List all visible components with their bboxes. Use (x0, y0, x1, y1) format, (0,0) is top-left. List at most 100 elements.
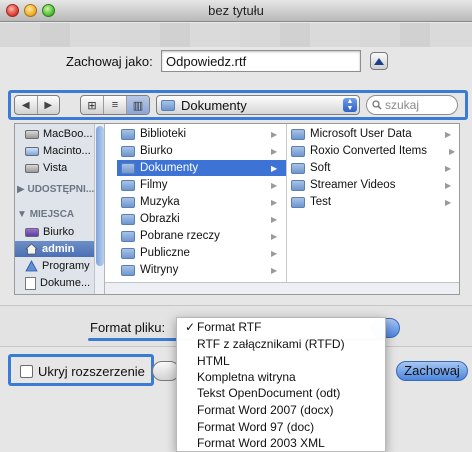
hide-extension-label: Ukryj rozszerzenie (38, 363, 145, 379)
sidebar-item-label: admin (42, 243, 75, 255)
sidebar-header-places[interactable]: ▼ MIEJSCA (17, 209, 74, 220)
forward-arrow-icon: ▶ (44, 99, 53, 111)
view-mode-control: ⊞ ≡ ▥ (80, 95, 150, 115)
list-view-icon: ≡ (111, 99, 119, 111)
expand-dialog-button[interactable] (370, 52, 388, 70)
search-icon (372, 100, 382, 110)
chevron-right-icon: ▶ (445, 163, 452, 173)
chevron-right-icon: ▶ (445, 180, 452, 190)
list-item[interactable]: Muzyka ▶ (121, 194, 286, 210)
list-item[interactable]: Pobrane rzeczy ▶ (121, 228, 286, 244)
list-item[interactable]: Streamer Videos ▶ (291, 177, 457, 193)
desktop-icon (25, 227, 39, 237)
chevron-right-icon: ▶ (271, 180, 278, 190)
sidebar-item-macintosh[interactable]: Macinto... (25, 143, 91, 159)
chevron-right-icon: ▶ (271, 231, 278, 241)
sidebar-item-label: Biurko (43, 226, 75, 238)
folder-icon (121, 196, 135, 208)
menu-item-odt[interactable]: Tekst OpenDocument (odt) (197, 386, 340, 400)
popup-arrows-icon: ▲ ▼ (343, 98, 357, 112)
file-browser: MacBoo... Macinto... Vista ▶ UDOSTĘPNI..… (14, 123, 460, 295)
applications-icon (25, 260, 38, 272)
menu-item-webarchive[interactable]: Kompletna witryna (197, 370, 296, 384)
menu-item-html[interactable]: HTML (197, 354, 230, 368)
format-label: Format pliku: (90, 320, 166, 335)
home-icon (25, 243, 38, 255)
folder-icon (121, 162, 135, 174)
menu-item-rtfd[interactable]: RTF z załącznikami (RTFD) (197, 337, 345, 351)
list-item-selected[interactable]: Dokumenty ▶ (117, 160, 286, 176)
list-item[interactable]: Soft ▶ (291, 160, 457, 176)
location-popup[interactable]: Dokumenty ▲ ▼ (156, 95, 360, 115)
laptop-icon (25, 129, 39, 139)
view-icons-button[interactable]: ⊞ (81, 96, 103, 114)
list-item[interactable]: Test ▶ (291, 194, 457, 210)
view-list-button[interactable]: ≡ (103, 96, 126, 114)
filename-field[interactable]: Odpowiedz.rtf (161, 50, 361, 72)
checkmark-icon: ✓ (185, 320, 196, 334)
chevron-right-icon: ▶ (445, 129, 452, 139)
list-item[interactable]: Obrazki ▶ (121, 211, 286, 227)
list-item[interactable]: Biblioteki ▶ (121, 126, 286, 142)
menu-item-word-xml[interactable]: Format Word 2003 XML (197, 436, 325, 450)
background-toolbar (0, 23, 472, 49)
list-item[interactable]: Publiczne ▶ (121, 245, 286, 261)
save-button[interactable]: Zachowaj (396, 361, 468, 381)
title-bar: bez tytułu (0, 0, 472, 22)
list-item[interactable]: Filmy ▶ (121, 177, 286, 193)
sidebar: MacBoo... Macinto... Vista ▶ UDOSTĘPNI..… (15, 124, 105, 294)
view-columns-button[interactable]: ▥ (126, 96, 149, 114)
forward-button[interactable]: ▶ (36, 96, 60, 114)
column-home: Biblioteki ▶ Biurko ▶ Dokumenty ▶ Filmy ▶ Mu… (117, 124, 287, 294)
sidebar-scrollbar[interactable] (94, 124, 104, 294)
save-as-label: Zachowaj jako: (66, 54, 153, 69)
sidebar-item-label: Dokume... (40, 277, 91, 289)
chevron-up-icon (374, 57, 384, 65)
folder-icon (121, 145, 135, 157)
folder-icon (161, 99, 175, 111)
sidebar-item-applications[interactable]: Programy (25, 258, 90, 274)
list-item[interactable]: Roxio Converted Items ▶ (291, 143, 457, 159)
folder-icon (121, 230, 135, 242)
browser-toolbar: ◀ ▶ ⊞ ≡ ▥ Dokumenty ▲ ▼ szukaj (0, 90, 472, 120)
sidebar-item-admin[interactable]: admin (15, 241, 103, 257)
chevron-right-icon: ▶ (271, 248, 278, 258)
disk-icon (25, 163, 39, 173)
window-title: bez tytułu (208, 3, 264, 18)
menu-item-docx[interactable]: Format Word 2007 (docx) (197, 403, 334, 417)
scrollbar-thumb[interactable] (96, 126, 104, 266)
folder-icon (291, 145, 305, 157)
sidebar-item-desktop[interactable]: Biurko (25, 224, 74, 240)
menu-item-rtf[interactable]: ✓ Format RTF (185, 320, 261, 334)
chevron-right-icon: ▶ (445, 197, 452, 207)
folder-icon (291, 162, 305, 174)
folder-icon (291, 196, 305, 208)
list-item[interactable]: Biurko ▶ (121, 143, 286, 159)
folder-icon (121, 247, 135, 259)
sidebar-item-label: Programy (42, 260, 90, 272)
search-field[interactable]: szukaj (366, 95, 458, 115)
chevron-right-icon: ▶ (271, 146, 278, 156)
sidebar-item-vista[interactable]: Vista (25, 160, 67, 176)
hard-drive-icon (25, 146, 39, 156)
menu-item-doc[interactable]: Format Word 97 (doc) (197, 420, 314, 434)
list-item[interactable]: Microsoft User Data ▶ (291, 126, 457, 142)
hide-extension-checkbox[interactable] (20, 364, 33, 378)
back-forward-control: ◀ ▶ (14, 95, 60, 115)
sidebar-item-documents[interactable]: Dokume... (25, 275, 90, 291)
horizontal-scrollbar[interactable] (105, 282, 459, 294)
folder-icon (121, 128, 135, 140)
sidebar-header-shared[interactable]: ▶ UDOSTĘPNI... (17, 184, 94, 195)
list-item[interactable]: Witryny ▶ (121, 262, 286, 278)
document-icon (25, 276, 36, 290)
folder-icon (291, 128, 305, 140)
sidebar-item-macbook[interactable]: MacBoo... (25, 126, 93, 142)
save-dialog-window: bez tytułu Zachowaj jako: Odpowiedz.rtf … (0, 0, 472, 452)
folder-icon (121, 179, 135, 191)
hide-extension-checkbox-row[interactable]: Ukryj rozszerzenie (14, 357, 154, 385)
back-button[interactable]: ◀ (15, 96, 37, 114)
chevron-right-icon: ▶ (271, 214, 278, 224)
chevron-right-icon: ▶ (449, 146, 456, 156)
chevron-right-icon: ▶ (271, 197, 278, 207)
column-view-icon: ▥ (132, 99, 144, 112)
